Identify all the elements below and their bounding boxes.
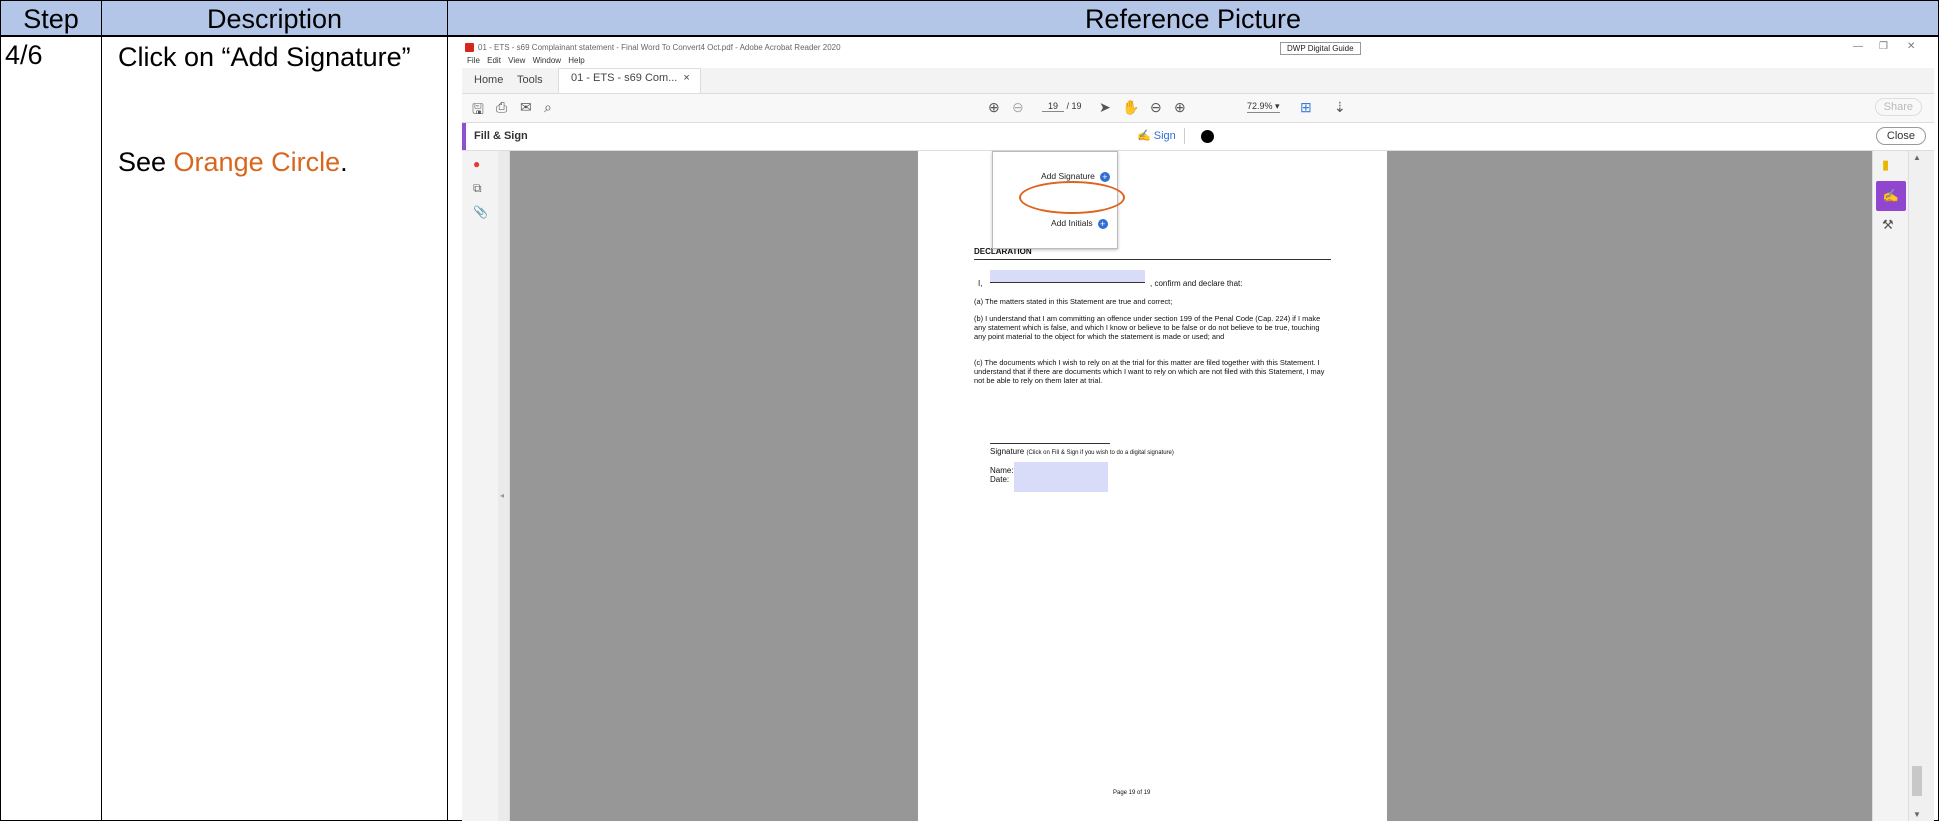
sign-label: Sign <box>1153 130 1176 142</box>
share-label: Share <box>1883 101 1913 113</box>
menu-help[interactable]: Help <box>568 56 584 65</box>
tab-bar: Home Tools 01 - ETS - s69 Com... × <box>462 68 1934 94</box>
header-reference-picture: Reference Picture <box>447 0 1939 36</box>
name-label: Name: <box>990 466 1014 475</box>
pdf-page: DECLARATION I, , confirm and declare tha… <box>918 151 1387 821</box>
stop-icon[interactable]: ● <box>473 157 480 171</box>
right-rail: ▮ ✍ ⚒ <box>1872 151 1909 821</box>
print-icon[interactable]: ⎙ <box>496 99 507 116</box>
prev-page-icon[interactable]: ⊕ <box>988 99 1000 116</box>
fill-sign-bar: Fill & Sign ✍ Sign Close <box>462 123 1934 151</box>
add-initials-label: Add Initials <box>1051 218 1093 228</box>
scroll-thumb[interactable] <box>1912 766 1922 796</box>
orange-circle-annotation <box>1019 181 1125 214</box>
color-picker[interactable] <box>1201 130 1214 143</box>
para-a: (a) The matters stated in this Statement… <box>974 297 1173 306</box>
scroll-up-icon[interactable]: ▲ <box>1913 153 1921 162</box>
page-total: / 19 <box>1066 101 1082 111</box>
description-cell: Click on “Add Signature” See Orange Circ… <box>101 36 448 821</box>
plus-icon: + <box>1097 218 1108 229</box>
header-step: Step <box>0 0 102 36</box>
zoom-out-icon[interactable]: ⊖ <box>1150 99 1162 116</box>
instruction-text: Click on “Add Signature” <box>118 42 411 72</box>
declarant-name-field[interactable] <box>990 270 1145 283</box>
menu-window[interactable]: Window <box>533 56 561 65</box>
see-prefix: See <box>118 147 174 177</box>
restore-icon[interactable]: ❐ <box>1879 41 1888 52</box>
sign-button[interactable]: ✍ Sign <box>1137 129 1176 142</box>
see-note: See Orange Circle. <box>118 147 348 178</box>
add-initials-item[interactable]: Add Initials + <box>1051 218 1108 229</box>
tab-home[interactable]: Home <box>474 74 503 86</box>
fit-page-icon[interactable]: ⊞ <box>1300 99 1312 116</box>
signature-hint: (Click on Fill & Sign if you wish to do … <box>1026 450 1174 456</box>
para-c: (c) The documents which I wish to rely o… <box>974 358 1325 385</box>
acrobat-screenshot: 01 - ETS - s69 Complainant statement - F… <box>462 40 1934 821</box>
page-indicator: 19 / 19 <box>1042 101 1082 112</box>
zoom-in-icon[interactable]: ⊕ <box>1174 99 1186 116</box>
vertical-scrollbar[interactable]: ▲ ▼ <box>1908 151 1925 821</box>
pages-icon[interactable]: ⧉ <box>473 181 482 196</box>
hand-tool-icon[interactable]: ✋ <box>1122 99 1139 116</box>
confirm-text: , confirm and declare that: <box>1150 279 1243 288</box>
minimize-icon[interactable]: — <box>1853 41 1863 52</box>
page-input[interactable]: 19 <box>1042 101 1064 112</box>
more-tools-icon[interactable]: ⚒ <box>1882 217 1894 233</box>
declaration-rule <box>974 259 1331 260</box>
fill-sign-accent <box>462 123 466 150</box>
collapse-panel[interactable]: ◂ <box>498 151 510 821</box>
date-field[interactable] <box>1014 477 1108 492</box>
menu-file[interactable]: File <box>467 56 480 65</box>
tab-close-icon[interactable]: × <box>683 72 689 84</box>
menu-edit[interactable]: Edit <box>487 56 501 65</box>
orange-circle-text: Orange Circle <box>173 147 341 177</box>
fill-sign-title: Fill & Sign <box>474 130 528 142</box>
add-signature-label: Add Signature <box>1041 171 1095 181</box>
left-rail: ● ⧉ 📎 <box>462 151 499 821</box>
close-fill-sign-button[interactable]: Close <box>1875 127 1926 145</box>
separator <box>1184 128 1185 144</box>
i-label: I, <box>978 279 983 288</box>
pdf-icon <box>465 43 474 52</box>
signature-line <box>990 443 1110 444</box>
title-bar: 01 - ETS - s69 Complainant statement - F… <box>462 40 1934 56</box>
next-page-icon[interactable]: ⊖ <box>1012 99 1024 116</box>
tab-document-label: 01 - ETS - s69 Com... <box>571 72 678 84</box>
scroll-mode-icon[interactable]: ⇣ <box>1334 99 1346 116</box>
step-cell: 4/6 <box>0 36 102 821</box>
pen-icon: ✍ <box>1137 130 1151 142</box>
chevron-left-icon: ◂ <box>500 491 505 500</box>
main-toolbar: 🖫 ⎙ ✉ ⌕ ⊕ ⊖ 19 / 19 ➤ ✋ ⊖ ⊕ 72.9% ▾ ⊞ ⇣ … <box>462 94 1934 123</box>
select-tool-icon[interactable]: ➤ <box>1099 99 1111 116</box>
tab-tools[interactable]: Tools <box>517 74 543 86</box>
scroll-down-icon[interactable]: ▼ <box>1913 810 1921 819</box>
step-number: 4/6 <box>5 40 43 70</box>
save-icon[interactable]: 🖫 <box>472 99 484 123</box>
zoom-select[interactable]: 72.9% ▾ <box>1247 101 1280 113</box>
share-button[interactable]: Share <box>1874 98 1922 116</box>
tab-document[interactable]: 01 - ETS - s69 Com... × <box>558 68 701 93</box>
para-b: (b) I understand that I am committing an… <box>974 314 1321 341</box>
email-icon[interactable]: ✉ <box>520 99 532 116</box>
signature-label: Signature (Click on Fill & Sign if you w… <box>990 447 1174 456</box>
attachment-icon[interactable]: 📎 <box>473 205 488 219</box>
name-field[interactable] <box>1014 462 1108 477</box>
zoom-value: 72.9% <box>1247 101 1273 111</box>
see-suffix: . <box>340 147 348 177</box>
window-title: 01 - ETS - s69 Complainant statement - F… <box>478 43 841 52</box>
comment-icon[interactable]: ▮ <box>1882 157 1889 173</box>
signature-word: Signature <box>990 447 1025 456</box>
dwp-guide-button[interactable]: DWP Digital Guide <box>1280 42 1361 55</box>
page-number: Page 19 of 19 <box>1113 790 1151 796</box>
header-description: Description <box>101 0 448 36</box>
plus-icon: + <box>1099 171 1110 182</box>
close-window-icon[interactable]: ✕ <box>1907 41 1915 52</box>
fill-sign-icon[interactable]: ✍ <box>1876 181 1906 211</box>
search-icon[interactable]: ⌕ <box>544 99 552 116</box>
date-label: Date: <box>990 475 1010 484</box>
menu-view[interactable]: View <box>508 56 525 65</box>
menu-bar: File Edit View Window Help <box>462 56 1934 68</box>
